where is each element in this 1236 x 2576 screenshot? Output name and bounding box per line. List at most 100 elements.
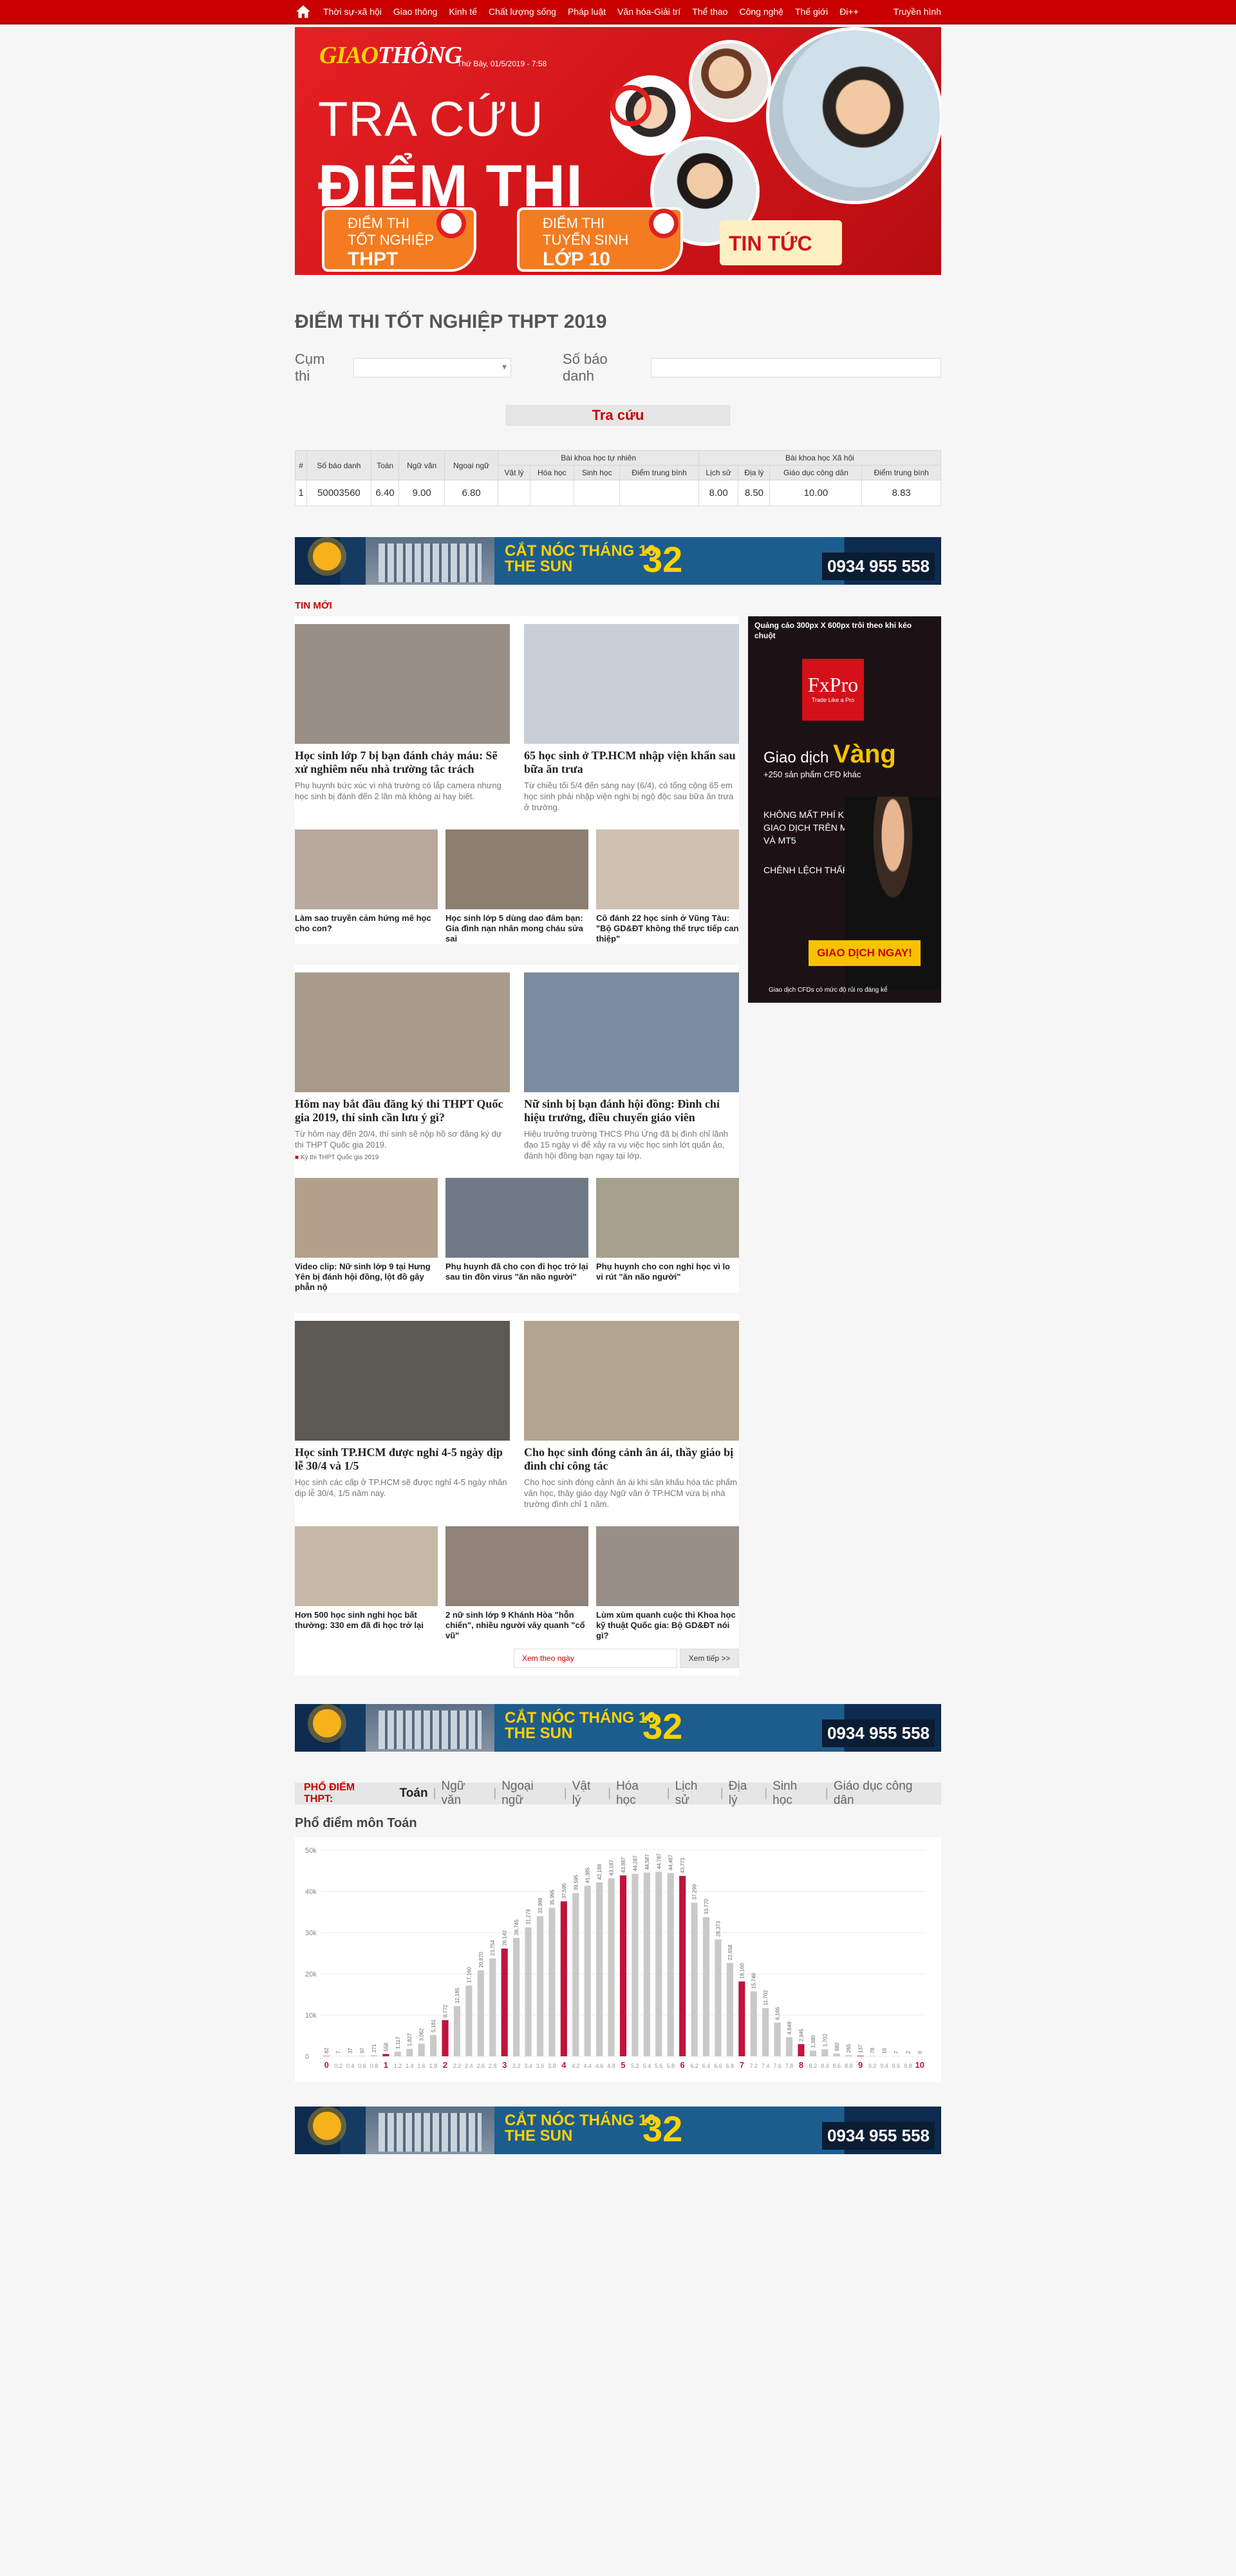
data-label: 44,487 (668, 1854, 674, 1870)
news-item[interactable]: Nữ sinh bị bạn đánh hội đồng: Đình chỉ h… (524, 972, 739, 1161)
news-title[interactable]: Phụ huynh đã cho con đi học trở lại sau … (445, 1262, 588, 1282)
news-thumbnail[interactable] (445, 1526, 588, 1606)
data-label: 33,998 (538, 1897, 543, 1913)
news-item[interactable]: Cho học sinh đóng cảnh ân ái, thầy giáo … (524, 1321, 739, 1510)
data-label: 44,587 (644, 1854, 650, 1870)
ad-banner[interactable]: CẮT NÓC THÁNG 10 THE SUN 32 0934 955 558 (295, 2107, 941, 2154)
data-label: 26,142 (502, 1930, 508, 1946)
news-item[interactable]: Học sinh lớp 5 dùng dao đâm bạn: Gia đìn… (445, 829, 588, 944)
nav-item[interactable]: Thời sự-xã hội (323, 6, 382, 17)
search-button[interactable]: Tra cứu (506, 405, 730, 426)
chart-bar (632, 1873, 639, 2056)
news-thumbnail[interactable] (596, 1178, 739, 1258)
news-title[interactable]: Hơn 500 học sinh nghỉ học bất thường: 33… (295, 1610, 438, 1631)
news-thumbnail[interactable] (524, 972, 739, 1092)
news-tag[interactable]: Kỳ thi THPT Quốc gia 2019 (295, 1154, 510, 1161)
news-thumbnail[interactable] (295, 624, 510, 744)
nav-item[interactable]: Đi++ (839, 6, 859, 17)
news-item[interactable]: Học sinh lớp 7 bị bạn đánh chảy máu: Sẽ … (295, 624, 510, 813)
news-title[interactable]: Nữ sinh bị bạn đánh hội đồng: Đình chỉ h… (524, 1097, 739, 1124)
nav-item[interactable]: Thế giới (795, 6, 828, 17)
news-item[interactable]: 2 nữ sinh lớp 9 Khánh Hòa "hỗn chiến", n… (445, 1526, 588, 1641)
news-item[interactable]: Phụ huynh đã cho con đi học trở lại sau … (445, 1178, 588, 1293)
news-title[interactable]: Học sinh TP.HCM được nghỉ 4-5 ngày dịp l… (295, 1446, 510, 1473)
news-thumbnail[interactable] (524, 1321, 739, 1441)
data-label: 682 (834, 2042, 840, 2051)
news-item[interactable]: Làm sao truyền cảm hứng mê học cho con? (295, 829, 438, 944)
news-title[interactable]: Học sinh lớp 5 dùng dao đâm bạn: Gia đìn… (445, 913, 588, 944)
cum-thi-select[interactable] (353, 358, 512, 377)
news-item[interactable]: Hơn 500 học sinh nghỉ học bất thường: 33… (295, 1526, 438, 1641)
subject-tab[interactable]: Toán (395, 1786, 433, 1801)
sbd-input[interactable] (651, 358, 941, 377)
news-thumbnail[interactable] (295, 1178, 438, 1258)
news-title[interactable]: Học sinh lớp 7 bị bạn đánh chảy máu: Sẽ … (295, 749, 510, 776)
news-thumbnail[interactable] (445, 829, 588, 909)
news-thumbnail[interactable] (524, 624, 739, 744)
nav-item[interactable]: Thể thao (692, 6, 727, 17)
news-item[interactable]: Phụ huynh cho con nghỉ học vì lo vi rút … (596, 1178, 739, 1293)
chart-bar (548, 1908, 556, 2056)
nav-item[interactable]: Giao thông (393, 6, 438, 17)
x-tick-label: 5.6 (655, 2063, 663, 2069)
news-title[interactable]: 2 nữ sinh lớp 9 Khánh Hòa "hỗn chiến", n… (445, 1610, 588, 1641)
nav-item[interactable]: Văn hóa-Giải trí (617, 6, 680, 17)
data-label: 43,771 (680, 1857, 686, 1873)
news-title[interactable]: 65 học sinh ở TP.HCM nhập viện khẩn sau … (524, 749, 739, 776)
news-title[interactable]: Làm sao truyền cảm hứng mê học cho con? (295, 913, 438, 934)
ad-text: +250 sản phẩm CFD khác (763, 770, 861, 779)
tag-tintuc-button[interactable]: TIN TỨC (720, 220, 842, 265)
side-ad[interactable]: Quảng cáo 300px X 600px trôi theo khi ké… (748, 616, 941, 1003)
table-cell: 9.00 (398, 480, 445, 506)
news-title[interactable]: Phụ huynh cho con nghỉ học vì lo vi rút … (596, 1262, 739, 1282)
ad-cta-button[interactable]: GIAO DỊCH NGAY! (809, 940, 921, 966)
data-label: 137 (858, 2044, 864, 2053)
news-thumbnail[interactable] (295, 1526, 438, 1606)
subject-tab[interactable]: Ngoại ngữ (496, 1779, 564, 1808)
subject-tab[interactable]: Vật lý (567, 1779, 608, 1808)
subject-tab[interactable]: Lịch sử (670, 1779, 720, 1808)
nav-item[interactable]: Truyền hình (894, 6, 941, 17)
x-tick-label: 5.2 (631, 2063, 639, 2069)
news-item[interactable]: Lùm xùm quanh cuộc thi Khoa học kỹ thuật… (596, 1526, 739, 1641)
news-title[interactable]: Cho học sinh đóng cảnh ân ái, thầy giáo … (524, 1446, 739, 1473)
news-thumbnail[interactable] (295, 1321, 510, 1441)
news-item[interactable]: 65 học sinh ở TP.HCM nhập viện khẩn sau … (524, 624, 739, 813)
subject-tab[interactable]: Địa lý (724, 1779, 764, 1808)
date-filter[interactable]: Xem theo ngày (514, 1649, 677, 1668)
news-thumbnail[interactable] (596, 1526, 739, 1606)
news-title[interactable]: Cô đánh 22 học sinh ở Vũng Tàu: "Bộ GD&Đ… (596, 913, 739, 944)
subject-tab[interactable]: Ngữ văn (436, 1779, 494, 1808)
chart-bar (715, 1939, 722, 2056)
news-item[interactable]: Học sinh TP.HCM được nghỉ 4-5 ngày dịp l… (295, 1321, 510, 1510)
nav-item[interactable]: Chất lượng sống (489, 6, 556, 17)
more-button[interactable]: Xem tiếp >> (680, 1649, 739, 1668)
news-thumbnail[interactable] (445, 1178, 588, 1258)
data-label: 0 (917, 2050, 923, 2054)
news-item[interactable]: Hôm nay bắt đầu đăng ký thi THPT Quốc gi… (295, 972, 510, 1161)
news-item[interactable]: Cô đánh 22 học sinh ở Vũng Tàu: "Bộ GD&Đ… (596, 829, 739, 944)
news-thumbnail[interactable] (596, 829, 739, 909)
data-label: 44,787 (656, 1853, 662, 1869)
chart-bar (536, 1916, 544, 2056)
top-nav: Thời sự-xã hội Giao thông Kinh tế Chất lượn… (0, 0, 1236, 24)
news-item[interactable]: Video clip: Nữ sinh lớp 9 tại Hưng Yên b… (295, 1178, 438, 1293)
chart-bar (798, 2044, 805, 2056)
ad-banner[interactable]: CẮT NÓC THÁNG 10 THE SUN 32 0934 955 558 (295, 537, 941, 585)
site-logo[interactable]: GIAOTHÔNG (319, 41, 462, 70)
news-thumbnail[interactable] (295, 829, 438, 909)
nav-item[interactable]: Công nghệ (739, 6, 783, 17)
home-icon[interactable] (295, 3, 312, 20)
data-label: 37,595 (561, 1882, 567, 1899)
subject-tab[interactable]: Sinh học (767, 1779, 825, 1808)
news-title[interactable]: Lùm xùm quanh cuộc thi Khoa học kỹ thuật… (596, 1610, 739, 1641)
ad-banner[interactable]: CẮT NÓC THÁNG 10 THE SUN 32 0934 955 558 (295, 1704, 941, 1752)
nav-item[interactable]: Pháp luật (568, 6, 606, 17)
news-title[interactable]: Hôm nay bắt đầu đăng ký thi THPT Quốc gi… (295, 1097, 510, 1124)
subject-tab[interactable]: Hóa học (611, 1779, 667, 1808)
news-thumbnail[interactable] (295, 972, 510, 1092)
news-title[interactable]: Video clip: Nữ sinh lớp 9 tại Hưng Yên b… (295, 1262, 438, 1293)
nav-item[interactable]: Kinh tế (449, 6, 477, 17)
news-desc: Phụ huynh bức xúc vì nhà trường có lắp c… (295, 781, 501, 801)
subject-tab[interactable]: Giáo dục công dân (829, 1779, 941, 1808)
